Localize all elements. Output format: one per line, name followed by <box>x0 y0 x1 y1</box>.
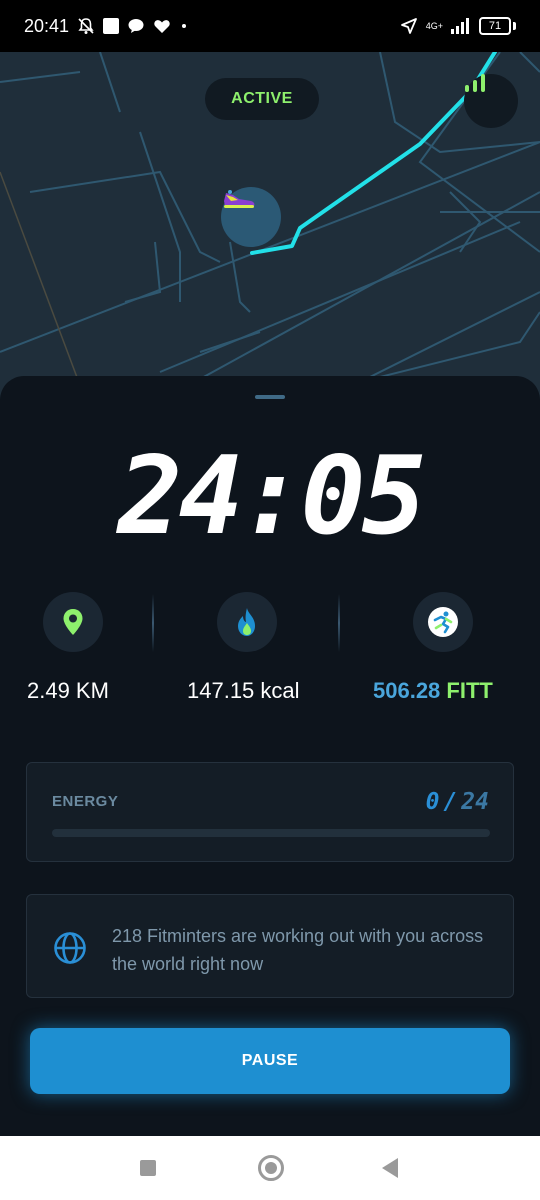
energy-card: ENERGY 0/24 <box>26 762 514 862</box>
energy-label: ENERGY <box>52 793 119 810</box>
activity-status-badge: ACTIVE <box>205 78 319 120</box>
map-view[interactable]: ACTIVE <box>0 52 540 412</box>
battery-level: 71 <box>488 20 502 32</box>
chat-bubble-icon <box>128 19 144 33</box>
community-info-card: 218 Fitminters are working out with you … <box>26 894 514 998</box>
stat-divider <box>152 594 154 652</box>
energy-current: 0 <box>425 789 440 815</box>
back-button[interactable] <box>382 1158 398 1178</box>
runner-position-marker <box>221 187 281 247</box>
home-button[interactable] <box>258 1155 284 1181</box>
network-type: 4G+ <box>425 20 443 31</box>
fitt-value: 506.28 <box>373 678 441 703</box>
dot-icon <box>182 24 187 28</box>
sneaker-icon <box>224 190 255 208</box>
location-arrow-icon <box>400 18 417 34</box>
battery-icon: 71 <box>479 17 511 35</box>
energy-max: 24 <box>461 789 489 815</box>
notification-icons <box>77 17 189 35</box>
gps-signal-icon <box>465 74 485 92</box>
distance-value: 2.49 KM <box>27 678 109 703</box>
fitt-earned: 506.28 FITT <box>373 678 493 704</box>
community-message: 218 Fitminters are working out with you … <box>112 926 484 974</box>
signal-icon <box>451 18 469 34</box>
location-pin-icon <box>63 609 83 635</box>
heart-icon <box>154 20 170 33</box>
status-time: 20:41 <box>24 15 70 36</box>
workout-timer: 24:05 <box>117 434 426 559</box>
energy-progress-bar <box>52 829 490 837</box>
battery-tip <box>513 22 516 30</box>
gps-signal-button[interactable] <box>464 74 518 128</box>
globe-icon <box>54 932 86 964</box>
energy-separator: / <box>443 789 458 815</box>
system-icons: 4G+ 71 <box>400 17 516 35</box>
calories-stat-icon-wrap <box>217 592 277 652</box>
app-notification-icon <box>103 18 120 34</box>
system-navigation-bar <box>0 1136 540 1200</box>
calories-value: 147.15 kcal <box>187 678 300 703</box>
fitt-unit: FITT <box>446 678 493 703</box>
recents-button[interactable] <box>140 1160 156 1176</box>
pause-button[interactable]: PAUSE <box>30 1028 510 1094</box>
drag-handle[interactable] <box>255 395 285 399</box>
flame-icon <box>238 608 255 636</box>
distance-stat-icon-wrap <box>43 592 103 652</box>
workout-panel: 24:05 2.49 KM 147.15 kcal 506.28 FITT EN… <box>0 376 540 1136</box>
bell-off-icon <box>78 18 94 34</box>
fitt-stat-icon-wrap <box>413 592 473 652</box>
stat-divider <box>338 594 340 652</box>
fitmint-logo-icon <box>428 607 458 637</box>
status-bar: 20:41 4G+ 71 <box>0 0 540 52</box>
energy-counter: 0/24 <box>426 789 489 815</box>
